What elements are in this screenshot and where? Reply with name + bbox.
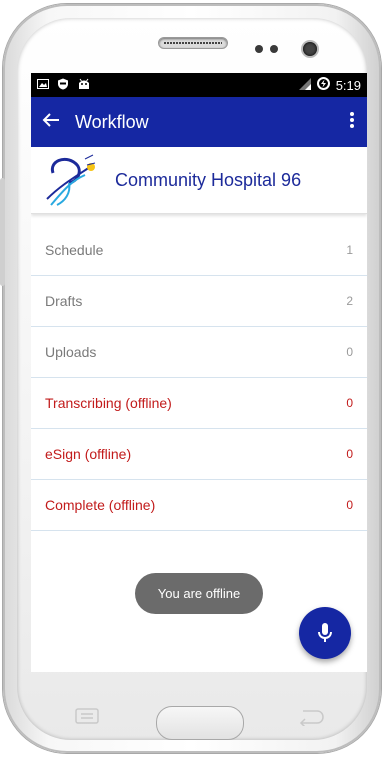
back-button[interactable]: [31, 111, 71, 134]
list-item-esign[interactable]: eSign (offline) 0: [31, 429, 367, 480]
shield-icon: [57, 78, 69, 93]
front-camera: [303, 42, 317, 56]
data-saver-icon: [316, 77, 330, 93]
mic-icon: [318, 623, 332, 642]
android-icon: [77, 78, 91, 93]
hardware-home-button[interactable]: [156, 706, 244, 740]
list-item-transcribing[interactable]: Transcribing (offline) 0: [31, 378, 367, 429]
list-item-schedule[interactable]: Schedule 1: [31, 225, 367, 276]
list-item-complete[interactable]: Complete (offline) 0: [31, 480, 367, 531]
list-item-uploads[interactable]: Uploads 0: [31, 327, 367, 378]
list-item-count: 0: [346, 498, 353, 512]
dictate-fab[interactable]: [299, 607, 351, 659]
page-title: Workflow: [75, 111, 149, 132]
list-item-label: Drafts: [45, 293, 83, 309]
status-time: 5:19: [335, 77, 361, 93]
hardware-menu-icon[interactable]: [74, 708, 100, 724]
screen: 5:19 Workflow Community Hospital 96 Sche…: [31, 73, 367, 672]
earpiece-speaker: [158, 37, 228, 49]
list-item-count: 0: [346, 447, 353, 461]
hospital-header[interactable]: Community Hospital 96: [31, 147, 367, 214]
more-vert-icon: [350, 111, 354, 128]
list-item-label: Transcribing (offline): [45, 395, 172, 411]
list-item-count: 0: [346, 345, 353, 359]
offline-toast: You are offline: [135, 573, 263, 614]
overflow-menu-button[interactable]: [337, 111, 367, 134]
list-item-label: eSign (offline): [45, 446, 132, 462]
list-item-count: 2: [346, 294, 353, 308]
list-item-label: Schedule: [45, 242, 104, 258]
proximity-sensor: [255, 45, 263, 53]
arrow-back-icon: [42, 112, 59, 127]
list-item-count: 1: [346, 243, 353, 257]
image-icon: [37, 78, 49, 93]
list-item-label: Complete (offline): [45, 497, 156, 513]
list-item-label: Uploads: [45, 344, 97, 360]
app-bar: Workflow: [31, 97, 367, 147]
hardware-back-icon[interactable]: [297, 708, 325, 726]
workflow-list: Schedule 1 Drafts 2 Uploads 0 Transcribi…: [31, 225, 367, 531]
list-item-drafts[interactable]: Drafts 2: [31, 276, 367, 327]
hospital-name: Community Hospital 96: [115, 169, 302, 190]
volume-button: [0, 178, 5, 286]
list-item-count: 0: [346, 396, 353, 410]
status-bar: 5:19: [31, 73, 367, 97]
hospital-logo-icon: [46, 154, 96, 206]
light-sensor: [270, 45, 278, 53]
signal-icon: [298, 77, 311, 93]
